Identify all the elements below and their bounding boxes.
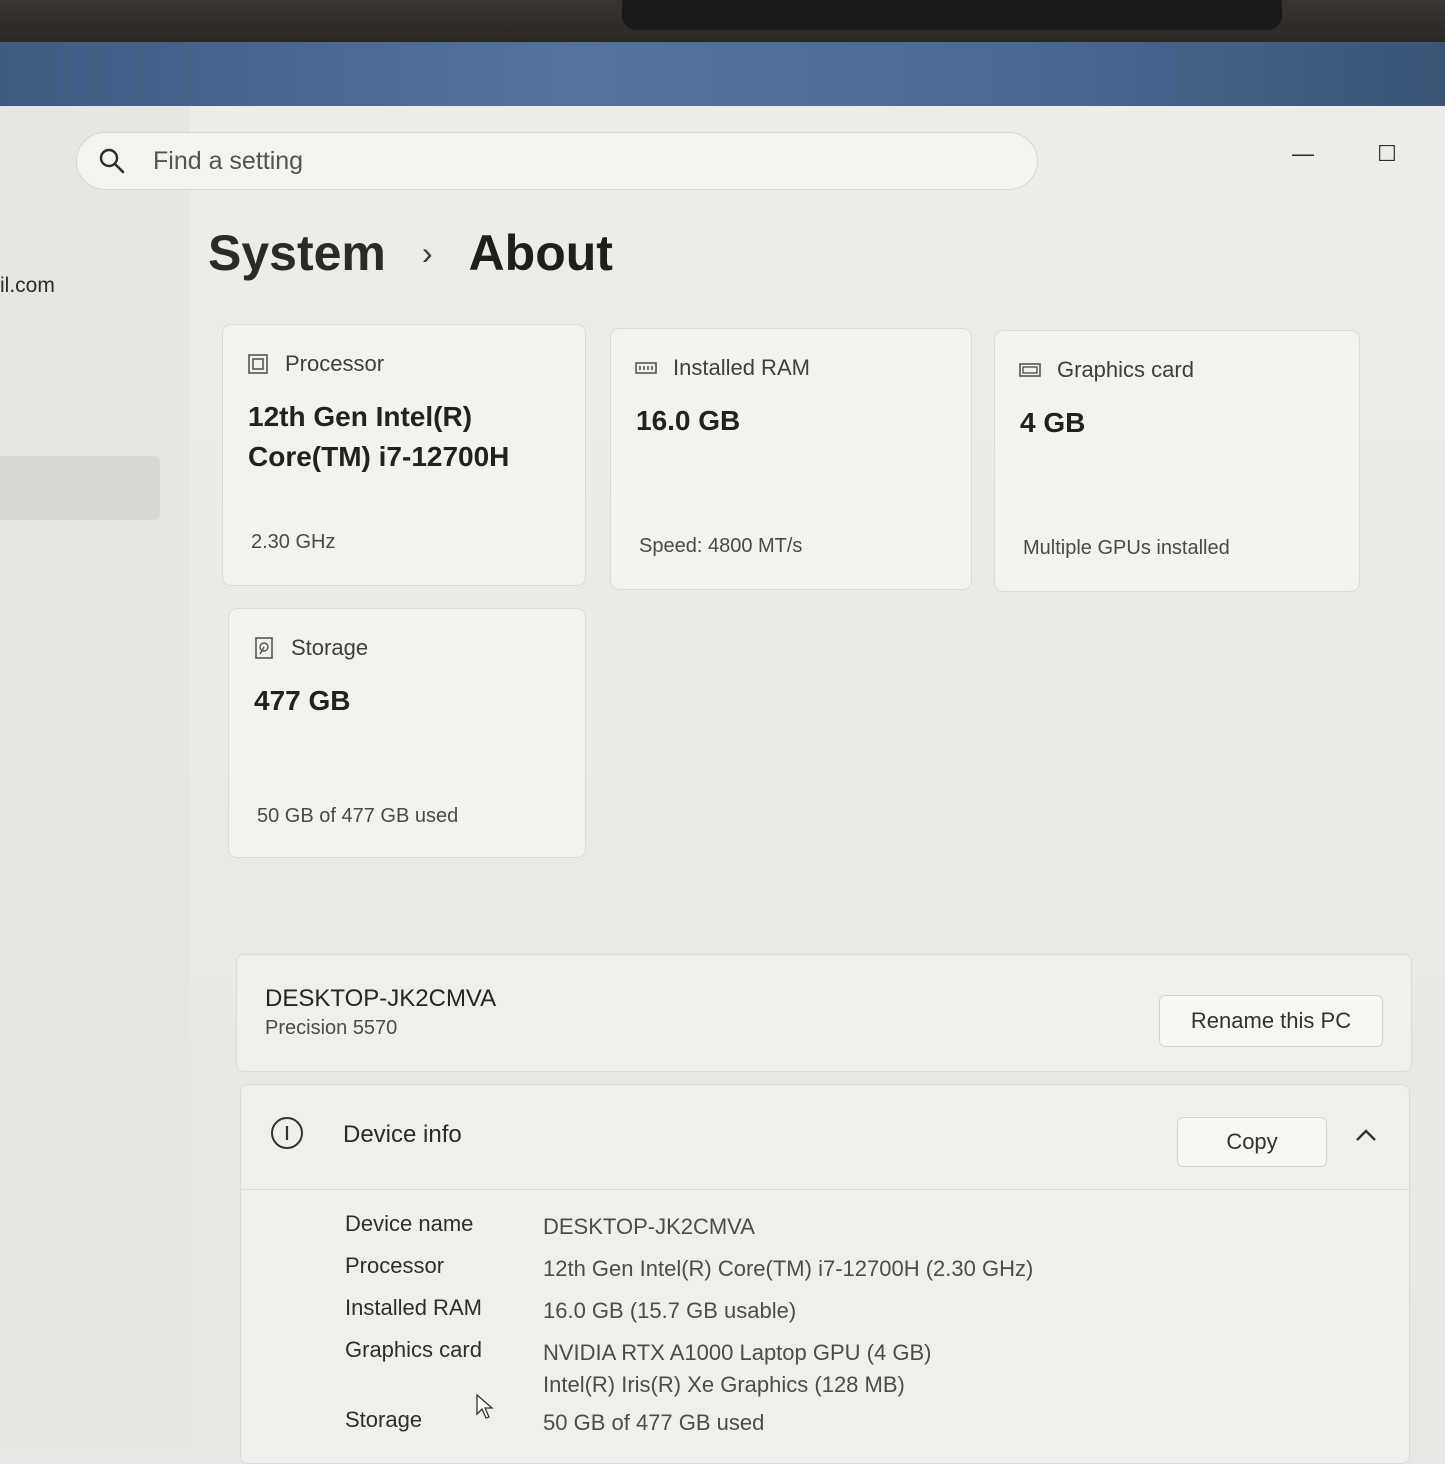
chevron-right-icon: ›: [421, 234, 433, 271]
spec-row-installed-ram: Installed RAM 16.0 GB (15.7 GB usable): [345, 1295, 796, 1327]
device-info-title: Device info: [343, 1121, 462, 1148]
copy-button[interactable]: Copy: [1177, 1117, 1327, 1167]
spec-value: 12th Gen Intel(R) Core(TM) i7-12700H (2.…: [543, 1256, 1034, 1281]
graphics-card-icon: [1019, 363, 1041, 377]
storage-value: 477 GB: [254, 685, 351, 716]
breadcrumb-system[interactable]: System: [208, 224, 386, 282]
spec-value: DESKTOP-JK2CMVA: [543, 1214, 755, 1239]
spec-label: Graphics card: [345, 1337, 482, 1362]
graphics-value: 4 GB: [1020, 407, 1086, 438]
spec-row-device-name: Device name DESKTOP-JK2CMVA: [345, 1211, 755, 1243]
spec-label: Storage: [345, 1407, 423, 1432]
processor-speed: 2.30 GHz: [251, 531, 336, 553]
rename-pc-button[interactable]: Rename this PC: [1159, 995, 1383, 1047]
storage-card: Storage 477 GB 50 GB of 477 GB used: [228, 608, 586, 858]
processor-value-line2: Core(TM) i7-12700H: [248, 441, 510, 472]
storage-card-title: Storage: [291, 635, 369, 660]
ram-icon: [635, 362, 657, 374]
account-email: il.com: [0, 274, 55, 297]
graphics-card-card: Graphics card 4 GB Multiple GPUs install…: [994, 330, 1360, 592]
chevron-up-icon[interactable]: [1353, 1125, 1379, 1145]
search-icon: [99, 148, 125, 174]
graphics-card-title: Graphics card: [1057, 357, 1194, 382]
search-input[interactable]: [151, 145, 955, 177]
maximize-button[interactable]: ☐: [1367, 134, 1407, 174]
spec-label: Installed RAM: [345, 1295, 482, 1320]
maximize-icon: ☐: [1377, 141, 1397, 166]
mouse-cursor-icon: [476, 1394, 494, 1419]
ram-card: Installed RAM 16.0 GB Speed: 4800 MT/s: [610, 328, 972, 590]
processor-card: Processor 12th Gen Intel(R) Core(TM) i7-…: [222, 324, 586, 586]
device-info-panel: Device info Copy Device name DESKTOP-JK2…: [240, 1084, 1410, 1464]
storage-icon: [255, 637, 273, 659]
processor-card-title: Processor: [285, 351, 385, 376]
spec-row-storage: Storage 50 GB of 477 GB used: [345, 1407, 764, 1439]
gpu-discrete: NVIDIA RTX A1000 Laptop GPU (4 GB): [543, 1340, 932, 1365]
storage-used: 50 GB of 477 GB used: [257, 805, 459, 827]
desktop-wallpaper: [0, 42, 1445, 108]
ram-speed: Speed: 4800 MT/s: [639, 535, 803, 557]
sidebar: il.com: [0, 106, 190, 1445]
spec-row-graphics-card: Graphics card NVIDIA RTX A1000 Laptop GP…: [345, 1337, 931, 1401]
screen-bezel: [0, 0, 1445, 42]
search-box[interactable]: [76, 132, 1038, 190]
pc-model: Precision 5570: [265, 1017, 398, 1039]
breadcrumb: System › About: [208, 224, 613, 282]
spec-row-processor: Processor 12th Gen Intel(R) Core(TM) i7-…: [345, 1253, 1033, 1285]
minimize-icon: —: [1292, 141, 1314, 166]
settings-window: il.com — ☐ System › About Processor 12th…: [0, 106, 1445, 1464]
spec-label: Processor: [345, 1253, 445, 1278]
gpu-integrated: Intel(R) Iris(R) Xe Graphics (128 MB): [543, 1372, 905, 1397]
ram-card-title: Installed RAM: [673, 355, 810, 380]
spec-value: 16.0 GB (15.7 GB usable): [543, 1298, 797, 1323]
processor-value-line1: 12th Gen Intel(R): [248, 401, 473, 432]
sidebar-item-system[interactable]: [0, 456, 160, 520]
device-info-header[interactable]: Device info Copy: [241, 1085, 1409, 1190]
spec-value: NVIDIA RTX A1000 Laptop GPU (4 GB) Intel…: [543, 1337, 931, 1401]
processor-icon: [248, 354, 268, 374]
spec-value: 50 GB of 477 GB used: [543, 1410, 765, 1435]
info-icon: [271, 1117, 303, 1149]
minimize-button[interactable]: —: [1283, 134, 1323, 174]
pc-name: DESKTOP-JK2CMVA: [265, 985, 497, 1012]
ram-value: 16.0 GB: [636, 405, 741, 436]
spec-label: Device name: [345, 1211, 474, 1236]
graphics-gpus-note: Multiple GPUs installed: [1023, 537, 1230, 559]
page-title: About: [468, 225, 613, 281]
pc-name-panel: DESKTOP-JK2CMVA Precision 5570 Rename th…: [236, 954, 1412, 1072]
camera-housing: [622, 0, 1282, 30]
processor-value: 12th Gen Intel(R) Core(TM) i7-12700H: [248, 397, 568, 477]
